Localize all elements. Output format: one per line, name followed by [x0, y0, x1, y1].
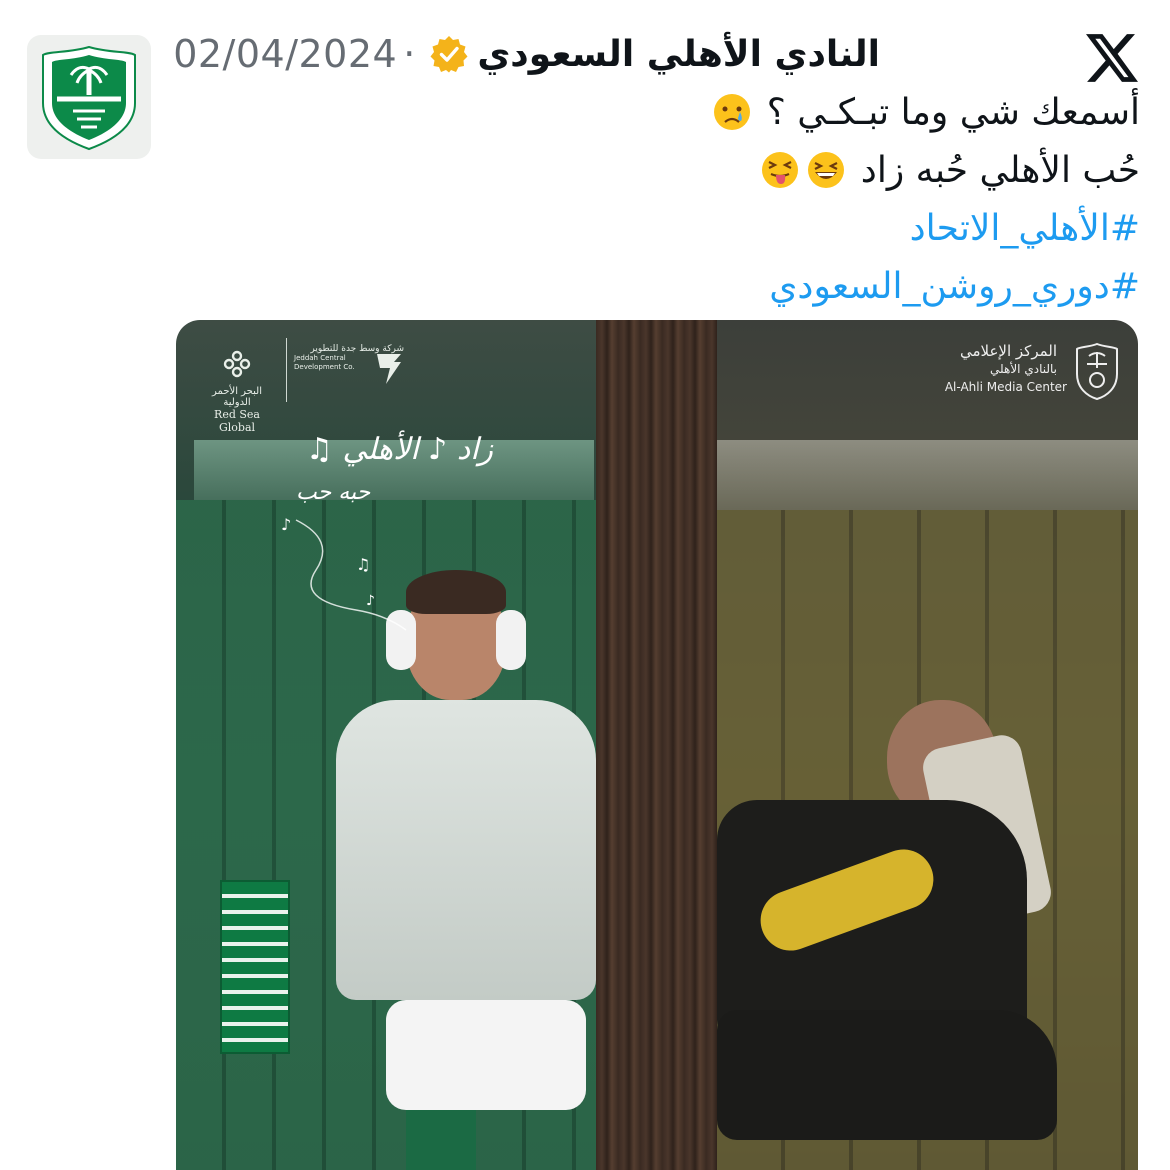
account-name[interactable]: النادي الأهلي السعودي: [477, 34, 880, 75]
player-happy-silhouette: [296, 560, 596, 1170]
sponsor-english: Red Sea Global: [214, 408, 260, 434]
music-notes-decoration: ♪ ♫ ♪: [281, 515, 407, 631]
tweet-header: 02/04/2024 · النادي الأهلي السعودي: [173, 26, 880, 82]
tweet-media-image[interactable]: البحر الأحمر الدولية Red Sea Global شركة…: [176, 320, 1138, 1170]
tweet-date[interactable]: 02/04/2024: [173, 32, 397, 76]
svg-text:♫: ♫: [356, 555, 370, 574]
green-locker-room-panel: البحر الأحمر الدولية Red Sea Global شركة…: [176, 320, 596, 1170]
lyrics-line-1: زاد ♪ الأهلي ♫: [306, 432, 494, 467]
squinting-face-with-tongue-emoji-icon: [762, 152, 799, 188]
grinning-squinting-face-emoji-icon: [808, 152, 845, 188]
svg-text:♪: ♪: [281, 515, 291, 534]
club-crest-icon: [42, 45, 136, 151]
lyric-word-1: الأهلي: [342, 432, 419, 467]
media-center-arabic-2: بالنادي الأهلي: [990, 362, 1057, 376]
svg-text:♪: ♪: [366, 593, 375, 609]
x-logo-icon[interactable]: [1086, 34, 1138, 82]
media-center-english: Al-Ahli Media Center: [944, 380, 1067, 394]
tweet-body: أسمعك شي وما تبـكـي ؟ حُب الأهلي حُبه زا…: [380, 84, 1140, 316]
partner-english: Jeddah Central Development Co.: [294, 354, 355, 371]
sponsor-arabic: البحر الأحمر الدولية: [212, 386, 262, 408]
media-center-arabic-1: المركز الإعلامي: [959, 342, 1057, 360]
tweet-line-2: حُب الأهلي حُبه زاد: [380, 142, 1140, 200]
jcdc-mark-icon: [377, 354, 401, 384]
red-sea-global-logo: البحر الأحمر الدولية Red Sea Global: [202, 346, 272, 434]
lyric-word-2: زاد: [456, 432, 494, 467]
red-sea-global-icon: [223, 350, 251, 378]
logo-divider: [286, 338, 287, 402]
hashtag-2[interactable]: #دوري_روشن_السعودي: [380, 258, 1140, 316]
tweet-line-2-text: حُب الأهلي حُبه زاد: [860, 150, 1140, 191]
scarf-crest: [220, 880, 290, 1054]
separator-dot: ·: [403, 32, 416, 76]
tweet-line-1-text: أسمعك شي وما تبـكـي ؟: [766, 92, 1140, 133]
yellow-locker-room-panel: المركز الإعلامي بالنادي الأهلي Al-Ahli M…: [717, 320, 1138, 1170]
verified-badge-icon: [430, 36, 468, 73]
account-avatar[interactable]: [27, 35, 151, 159]
crying-face-emoji-icon: [714, 94, 751, 130]
al-ahli-crest-icon: [1076, 342, 1118, 400]
wooden-divider: [596, 320, 717, 1170]
jcdc-logo: شركة وسط جدة للتطوير Jeddah Central Deve…: [294, 344, 404, 384]
tweet-line-1: أسمعك شي وما تبـكـي ؟: [380, 84, 1140, 142]
hashtag-1[interactable]: #الأهلي_الاتحاد: [380, 200, 1140, 258]
player-sad-silhouette: [717, 680, 1138, 1170]
